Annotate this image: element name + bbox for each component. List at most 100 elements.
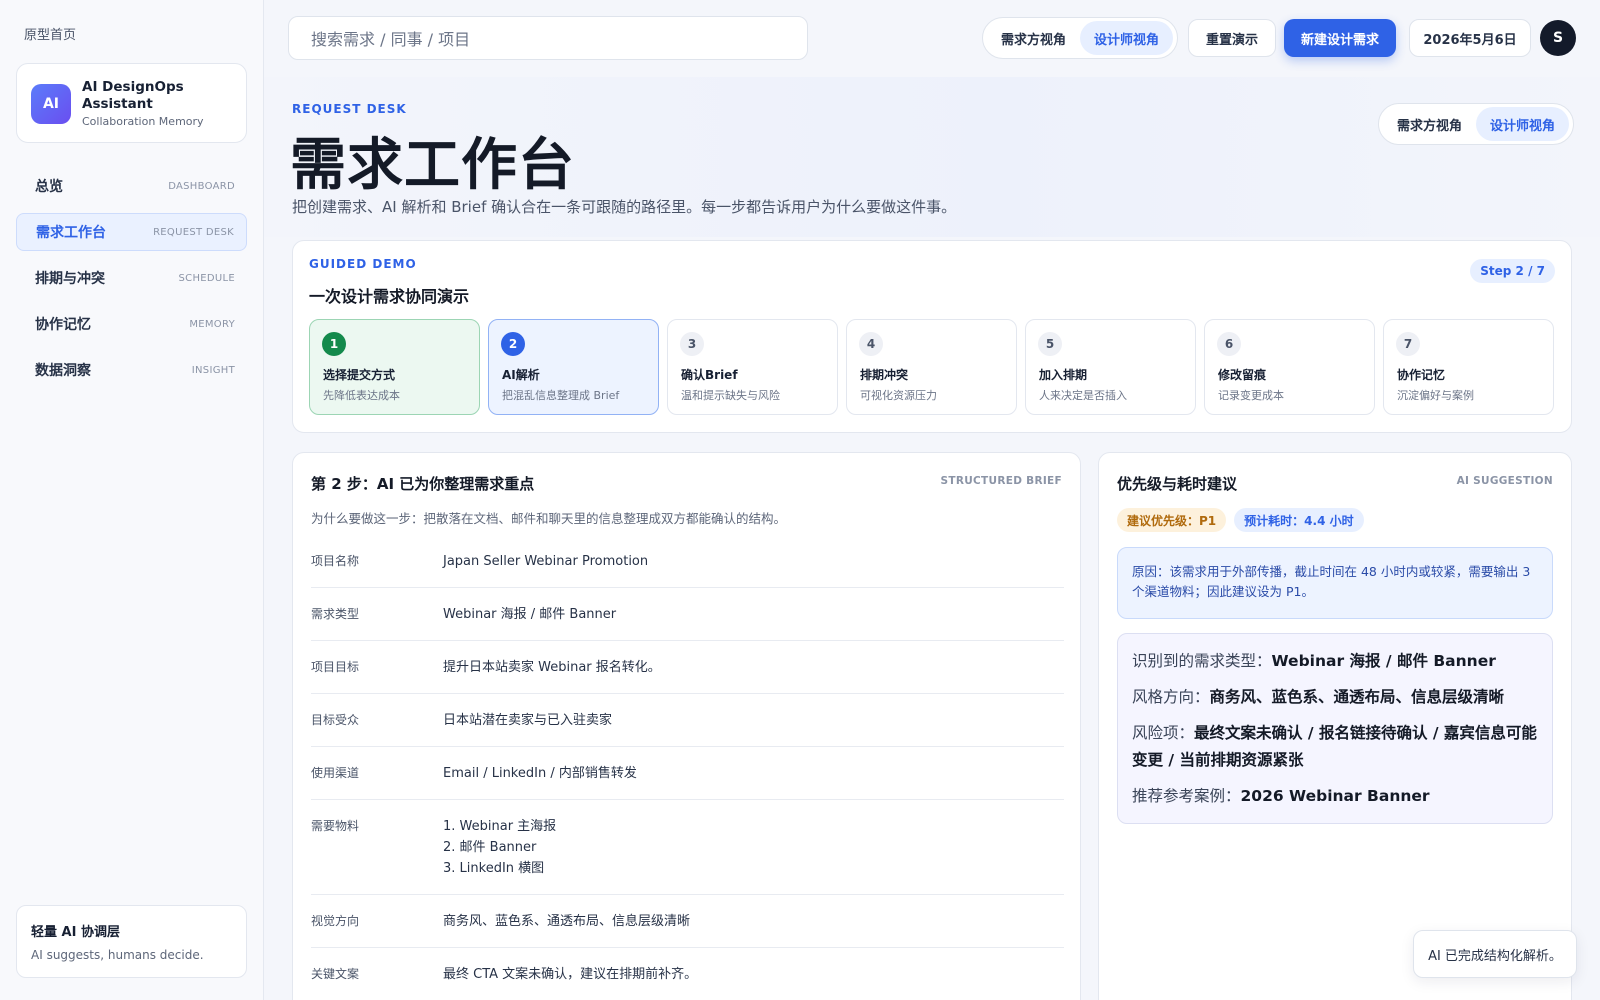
brief-field-row: 目标受众 日本站潜在卖家与已入驻卖家 (311, 694, 1064, 747)
view-toggle-header: 需求方视角 设计师视角 (1378, 103, 1575, 145)
insight-item: 识别到的需求类型：Webinar 海报 / 邮件 Banner (1132, 648, 1538, 675)
demo-title: 一次设计需求协同演示 (309, 287, 470, 306)
field-value[interactable]: Webinar 海报 / 邮件 Banner (443, 604, 616, 625)
step-number: 2 (501, 332, 525, 356)
step-subtitle: 把混乱信息整理成 Brief (502, 389, 620, 402)
insight-value: 商务风、蓝色系、通透布局、信息层级清晰 (1209, 688, 1505, 706)
field-value[interactable]: 提升日本站卖家 Webinar 报名转化。 (443, 657, 661, 678)
step-title: 确认Brief (681, 368, 738, 382)
step-card-6[interactable]: 6 修改留痕 记录变更成本 (1204, 319, 1375, 415)
footer-title: 轻量 AI 协调层 (31, 925, 120, 940)
reset-demo-button[interactable]: 重置演示 (1188, 19, 1276, 57)
suggestion-title: 优先级与耗时建议 (1117, 475, 1238, 493)
sidebar-nav: 总览 DASHBOARD 需求工作台 REQUEST DESK 排期与冲突 SC… (16, 167, 247, 397)
step-number: 1 (322, 332, 346, 356)
new-request-button[interactable]: 新建设计需求 (1284, 19, 1396, 57)
field-label: 使用渠道 (311, 766, 360, 780)
brief-title: 第 2 步：AI 已为你整理需求重点 (311, 475, 535, 493)
brief-fields: 项目名称 Japan Seller Webinar Promotion 需求类型… (311, 535, 1064, 1000)
field-value[interactable]: 日本站潜在卖家与已入驻卖家 (443, 710, 612, 731)
avatar[interactable]: S (1540, 20, 1576, 56)
step-list: 1 选择提交方式 先降低表达成本 2 AI解析 把混乱信息整理成 Brief 3… (309, 319, 1554, 415)
insight-label: 识别到的需求类型： (1132, 652, 1272, 670)
field-label: 视觉方向 (311, 914, 360, 928)
brief-field-row: 需要物料 1. Webinar 主海报 2. 邮件 Banner 3. Link… (311, 800, 1064, 895)
brief-field-row: 项目目标 提升日本站卖家 Webinar 报名转化。 (311, 641, 1064, 694)
demo-eyebrow: GUIDED DEMO (309, 257, 417, 271)
time-estimate-chip: 预计耗时：4.4 小时 (1234, 508, 1364, 532)
suggestion-chips: 建议优先级：P1 预计耗时：4.4 小时 (1117, 508, 1364, 532)
sidebar-item-en: MEMORY (189, 318, 235, 330)
step-title: 排期冲突 (860, 368, 909, 382)
sidebar-item-insight[interactable]: 数据洞察 INSIGHT (16, 351, 247, 389)
step-title: 选择提交方式 (323, 368, 396, 382)
suggestion-tag: AI SUGGESTION (1456, 475, 1553, 487)
field-label: 目标受众 (311, 713, 360, 727)
sidebar: 原型首页 AI AI DesignOps Assistant Collabora… (0, 0, 264, 1000)
step-subtitle: 记录变更成本 (1218, 389, 1284, 402)
insight-value: 2026 Webinar Banner (1240, 787, 1430, 805)
brief-field-row: 需求类型 Webinar 海报 / 邮件 Banner (311, 588, 1064, 641)
designer-view-button[interactable]: 设计师视角 (1080, 21, 1174, 55)
step-card-5[interactable]: 5 加入排期 人来决定是否插入 (1025, 319, 1196, 415)
priority-reason: 原因：该需求用于外部传播，截止时间在 48 小时内或较紧，需要输出 3 个渠道物… (1117, 547, 1553, 619)
brief-tag: STRUCTURED BRIEF (940, 475, 1062, 487)
step-card-4[interactable]: 4 排期冲突 可视化资源压力 (846, 319, 1017, 415)
brief-field-row: 视觉方向 商务风、蓝色系、通透布局、信息层级清晰 (311, 895, 1064, 948)
field-label: 需要物料 (311, 819, 360, 833)
step-card-1[interactable]: 1 选择提交方式 先降低表达成本 (309, 319, 480, 415)
sidebar-footer-card: 轻量 AI 协调层 AI suggests, humans decide. (16, 905, 247, 978)
brand-title: AI DesignOps Assistant (82, 79, 184, 112)
status-toast: AI 已完成结构化解析。 (1413, 930, 1577, 978)
brief-field-row: 使用渠道 Email / LinkedIn / 内部销售转发 (311, 747, 1064, 800)
home-link[interactable]: 原型首页 (24, 24, 76, 43)
date-display[interactable]: 2026年5月6日 (1409, 19, 1531, 57)
requester-view-button[interactable]: 需求方视角 (1383, 107, 1476, 141)
footer-subtitle: AI suggests, humans decide. (31, 948, 204, 962)
step-subtitle: 先降低表达成本 (323, 389, 400, 402)
brief-description: 为什么要做这一步：把散落在文档、邮件和聊天里的信息整理成双方都能确认的结构。 (311, 511, 787, 526)
step-title: AI解析 (502, 368, 540, 382)
sidebar-item-memory[interactable]: 协作记忆 MEMORY (16, 305, 247, 343)
sidebar-item-dashboard[interactable]: 总览 DASHBOARD (16, 167, 247, 205)
step-title: 加入排期 (1039, 368, 1088, 382)
sidebar-item-schedule[interactable]: 排期与冲突 SCHEDULE (16, 259, 247, 297)
step-number: 7 (1396, 332, 1420, 356)
step-number: 4 (859, 332, 883, 356)
step-card-3[interactable]: 3 确认Brief 温和提示缺失与风险 (667, 319, 838, 415)
step-number: 5 (1038, 332, 1062, 356)
search-input[interactable]: 搜索需求 / 同事 / 项目 (288, 16, 808, 60)
requester-view-button[interactable]: 需求方视角 (987, 21, 1080, 55)
brand-logo: AI (31, 84, 71, 124)
brief-field-row: 关键文案 最终 CTA 文案未确认，建议在排期前补齐。 (311, 948, 1064, 1000)
priority-chip: 建议优先级：P1 (1117, 508, 1227, 532)
sidebar-item-en: SCHEDULE (178, 272, 235, 284)
field-label: 项目名称 (311, 554, 360, 568)
field-value[interactable]: Japan Seller Webinar Promotion (443, 551, 648, 572)
page-description: 把创建需求、AI 解析和 Brief 确认合在一条可跟随的路径里。每一步都告诉用… (292, 198, 957, 216)
insight-label: 风格方向： (1132, 688, 1210, 706)
sidebar-item-label: 排期与冲突 (35, 271, 105, 287)
insight-label: 风险项： (1132, 724, 1195, 742)
guided-demo-card: GUIDED DEMO 一次设计需求协同演示 Step 2 / 7 1 选择提交… (292, 240, 1572, 433)
step-badge: Step 2 / 7 (1470, 259, 1555, 283)
field-value[interactable]: Email / LinkedIn / 内部销售转发 (443, 763, 637, 784)
step-card-2[interactable]: 2 AI解析 把混乱信息整理成 Brief (488, 319, 659, 415)
step-title: 协作记忆 (1397, 368, 1446, 382)
step-card-7[interactable]: 7 协作记忆 沉淀偏好与案例 (1383, 319, 1554, 415)
field-value[interactable]: 1. Webinar 主海报 2. 邮件 Banner 3. LinkedIn … (443, 816, 556, 879)
step-subtitle: 沉淀偏好与案例 (1397, 389, 1474, 402)
field-value[interactable]: 最终 CTA 文案未确认，建议在排期前补齐。 (443, 964, 697, 985)
field-value[interactable]: 商务风、蓝色系、通透布局、信息层级清晰 (443, 911, 690, 932)
sidebar-item-en: INSIGHT (191, 364, 235, 376)
field-label: 需求类型 (311, 607, 360, 621)
page-eyebrow: REQUEST DESK (292, 102, 407, 116)
insight-item: 风险项：最终文案未确认 / 报名链接待确认 / 嘉宾信息可能变更 / 当前排期资… (1132, 720, 1538, 774)
ai-suggestion-panel: 优先级与耗时建议 AI SUGGESTION 建议优先级：P1 预计耗时：4.4… (1098, 452, 1572, 1000)
sidebar-item-request-desk[interactable]: 需求工作台 REQUEST DESK (16, 213, 247, 251)
designer-view-button[interactable]: 设计师视角 (1476, 107, 1570, 141)
structured-brief-panel: 第 2 步：AI 已为你整理需求重点 STRUCTURED BRIEF 为什么要… (292, 452, 1081, 1000)
insight-item: 推荐参考案例：2026 Webinar Banner (1132, 783, 1538, 810)
step-number: 6 (1217, 332, 1241, 356)
page-title: 需求工作台 (290, 133, 575, 198)
